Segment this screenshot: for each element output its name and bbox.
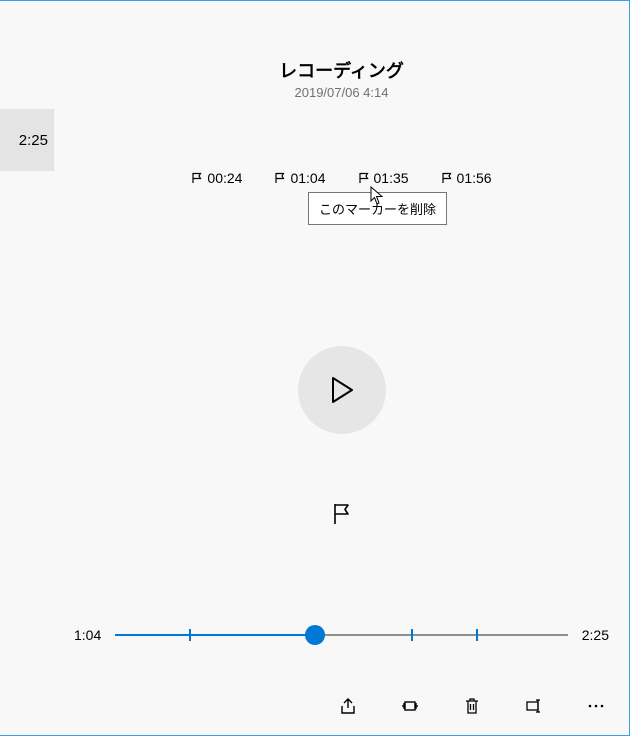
marker-item[interactable]: 00:24 xyxy=(191,170,242,186)
marker-time: 01:35 xyxy=(374,170,409,186)
trim-button[interactable] xyxy=(399,695,421,717)
rename-icon xyxy=(524,696,544,716)
share-button[interactable] xyxy=(337,695,359,717)
recording-title: レコーディング xyxy=(54,57,629,83)
marker-list: 00:2401:0401:3501:56このマーカーを削除 xyxy=(54,170,629,186)
marker-item[interactable]: 01:56 xyxy=(441,170,492,186)
recording-item-duration: 2:25 xyxy=(19,132,48,149)
trash-icon xyxy=(462,696,482,716)
flag-icon xyxy=(332,503,352,525)
recording-list-item[interactable]: 2:25 xyxy=(0,109,54,171)
flag-icon xyxy=(441,172,453,184)
play-icon xyxy=(330,376,354,404)
marker-item[interactable]: 01:04 xyxy=(274,170,325,186)
track-fill xyxy=(115,634,315,636)
seek-thumb[interactable] xyxy=(305,625,325,645)
flag-icon xyxy=(274,172,286,184)
flag-icon xyxy=(191,172,203,184)
flag-icon xyxy=(358,172,370,184)
more-button[interactable] xyxy=(585,695,607,717)
recording-datetime: 2019/07/06 4:14 xyxy=(54,85,629,100)
bottom-toolbar xyxy=(337,695,607,717)
main-panel: レコーディング 2019/07/06 4:14 00:24 01:04 01:35 0… xyxy=(54,1,629,735)
rename-button[interactable] xyxy=(523,695,545,717)
trim-icon xyxy=(400,696,420,716)
add-marker-button[interactable] xyxy=(322,494,362,534)
timeline-marker-tick xyxy=(476,629,478,641)
timeline-marker-tick xyxy=(411,629,413,641)
timeline-marker-tick xyxy=(189,629,191,641)
sidebar: 2:25 xyxy=(0,1,54,735)
total-time: 2:25 xyxy=(582,627,609,643)
play-button[interactable] xyxy=(298,346,386,434)
timeline-row: 1:04 2:25 xyxy=(74,625,609,645)
current-time: 1:04 xyxy=(74,627,101,643)
recording-header: レコーディング 2019/07/06 4:14 xyxy=(54,1,629,100)
marker-time: 01:56 xyxy=(457,170,492,186)
more-icon xyxy=(586,696,606,716)
share-icon xyxy=(338,696,358,716)
marker-time: 00:24 xyxy=(207,170,242,186)
marker-tooltip: このマーカーを削除 xyxy=(308,192,447,225)
seek-slider[interactable] xyxy=(115,625,568,645)
marker-item[interactable]: 01:35 xyxy=(358,170,409,186)
marker-time: 01:04 xyxy=(290,170,325,186)
delete-button[interactable] xyxy=(461,695,483,717)
